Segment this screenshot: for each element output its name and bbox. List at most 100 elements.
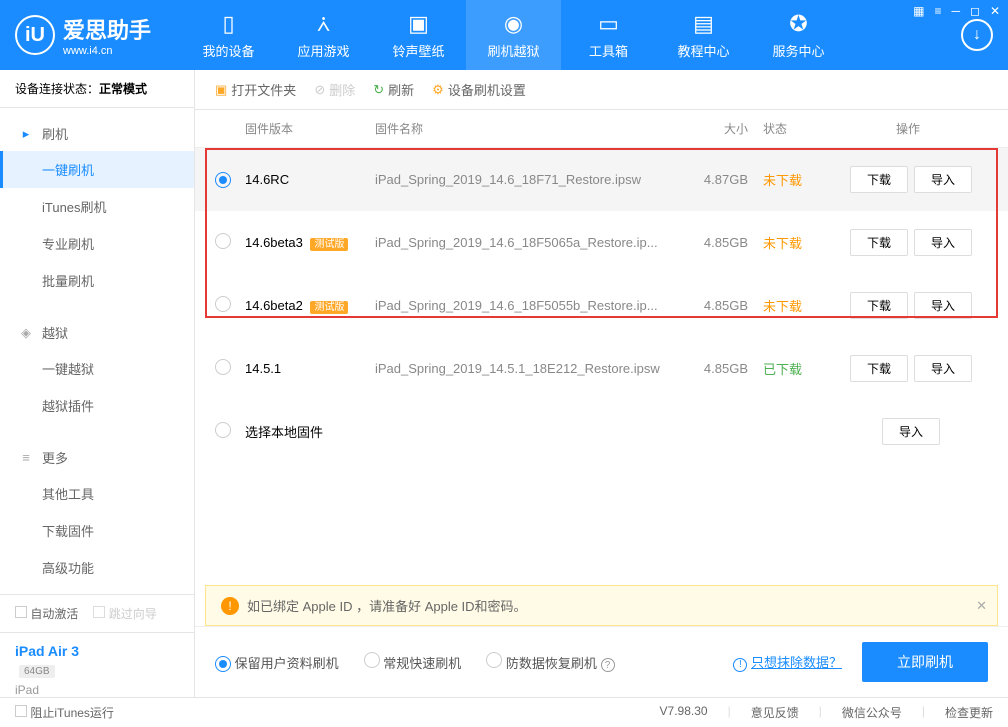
import-button[interactable]: 导入 [882,418,940,445]
shield-icon: ◉ [504,11,523,37]
delete-icon: ⊘ [314,82,325,98]
sidebar-group-jailbreak[interactable]: ◈越狱 [0,315,194,350]
row-status: 未下载 [748,233,828,252]
download-button[interactable]: 下载 [850,355,908,382]
nav-tutorials[interactable]: ▤教程中心 [656,0,751,70]
device-storage: 64GB [19,665,55,678]
row-name: iPad_Spring_2019_14.6_18F5055b_Restore.i… [375,298,668,313]
sidebar-item-jailbreak[interactable]: 一键越狱 [0,350,194,387]
sidebar-item-download[interactable]: 下载固件 [0,512,194,549]
nav-service[interactable]: ✪服务中心 [751,0,846,70]
connection-status: 设备连接状态：正常模式 [0,70,194,108]
download-icon: ↓ [973,26,981,44]
minimize-icon[interactable]: ─ [951,4,960,18]
maximize-icon[interactable]: ◻ [970,4,980,18]
gear-icon: ⚙ [432,82,444,98]
row-version: 14.6beta3 测试版 [245,235,375,250]
more-icon: ≡ [18,450,34,466]
row-size: 4.87GB [668,172,748,187]
close-icon[interactable]: ✕ [990,4,1000,18]
download-button[interactable]: 下载 [850,292,908,319]
sidebar-item-batch[interactable]: 批量刷机 [0,262,194,299]
firmware-row[interactable]: 14.5.1iPad_Spring_2019_14.5.1_18E212_Res… [195,337,1008,400]
row-size: 4.85GB [668,361,748,376]
row-status: 未下载 [748,170,828,189]
flash-opt-preserve[interactable]: 保留用户资料刷机 [215,653,339,672]
folder-icon: ▣ [215,82,227,98]
phone-icon: ▯ [222,11,234,37]
firmware-row[interactable]: 14.6beta2 测试版iPad_Spring_2019_14.6_18F50… [195,274,1008,337]
refresh-button[interactable]: ↻刷新 [373,80,414,99]
import-button[interactable]: 导入 [914,166,972,193]
import-button[interactable]: 导入 [914,292,972,319]
row-name: iPad_Spring_2019_14.6_18F71_Restore.ipsw [375,172,668,187]
nav-apps[interactable]: ⩑应用游戏 [276,0,371,70]
app-url: www.i4.cn [63,45,151,57]
download-button[interactable]: ↓ [961,19,993,51]
sidebar-group-more[interactable]: ≡更多 [0,440,194,475]
nav-ringtones[interactable]: ▣铃声壁纸 [371,0,466,70]
sidebar-item-oneclick[interactable]: 一键刷机 [0,151,194,188]
beta-badge: 测试版 [310,238,348,251]
nav: ▯我的设备 ⩑应用游戏 ▣铃声壁纸 ◉刷机越狱 ▭工具箱 ▤教程中心 ✪服务中心 [181,0,946,70]
main-content: ▣打开文件夹 ⊘删除 ↻刷新 ⚙设备刷机设置 固件版本 固件名称 大小 状态 操… [195,70,1008,697]
info-icon[interactable]: ? [601,658,615,672]
flash-opt-normal[interactable]: 常规快速刷机 [364,652,462,672]
wechat-link[interactable]: 微信公众号 [842,704,902,721]
jailbreak-icon: ◈ [18,325,34,341]
app-name: 爱思助手 [63,18,151,43]
row-size: 4.85GB [668,298,748,313]
table-header: 固件版本 固件名称 大小 状态 操作 [195,110,1008,148]
nav-toolbox[interactable]: ▭工具箱 [561,0,656,70]
device-info[interactable]: iPad Air 3 64GB iPad [0,632,194,707]
erase-link[interactable]: ! 只想抹除数据？ [733,652,842,672]
settings-button[interactable]: ⚙设备刷机设置 [432,80,526,99]
row-radio[interactable] [215,422,231,438]
sidebar-item-plugins[interactable]: 越狱插件 [0,387,194,424]
sidebar-item-other[interactable]: 其他工具 [0,475,194,512]
menu-icon[interactable]: ≡ [934,4,941,18]
sidebar-item-pro[interactable]: 专业刷机 [0,225,194,262]
firmware-row[interactable]: 14.6RCiPad_Spring_2019_14.6_18F71_Restor… [195,148,1008,211]
delete-button[interactable]: ⊘删除 [314,80,355,99]
row-version: 14.6RC [245,172,375,187]
import-button[interactable]: 导入 [914,229,972,256]
row-radio[interactable] [215,359,231,375]
block-itunes-checkbox[interactable]: 阻止iTunes运行 [15,704,114,721]
firmware-row[interactable]: 选择本地固件导入 [195,400,1008,463]
flash-now-button[interactable]: 立即刷机 [862,642,988,682]
th-size: 大小 [668,120,748,137]
warning-icon: ! [221,597,239,615]
th-action: 操作 [828,120,988,137]
sidebar: 设备连接状态：正常模式 ▸刷机 一键刷机 iTunes刷机 专业刷机 批量刷机 … [0,70,195,697]
row-radio[interactable] [215,296,231,312]
toolbar: ▣打开文件夹 ⊘删除 ↻刷新 ⚙设备刷机设置 [195,70,1008,110]
skip-guide-checkbox[interactable]: 跳过向导 [93,605,156,622]
row-radio[interactable] [215,172,231,188]
device-type: iPad [15,683,179,697]
nav-my-device[interactable]: ▯我的设备 [181,0,276,70]
firmware-table: 14.6RCiPad_Spring_2019_14.6_18F71_Restor… [195,148,1008,463]
row-radio[interactable] [215,233,231,249]
refresh-icon: ↻ [373,82,384,98]
feedback-link[interactable]: 意见反馈 [751,704,799,721]
firmware-row[interactable]: 14.6beta3 测试版iPad_Spring_2019_14.6_18F50… [195,211,1008,274]
banner-close-button[interactable]: ✕ [976,598,987,614]
update-link[interactable]: 检查更新 [945,704,993,721]
flash-opt-antirecover[interactable]: 防数据恢复刷机 ? [486,652,614,673]
row-version: 14.6beta2 测试版 [245,298,375,313]
sidebar-item-advanced[interactable]: 高级功能 [0,549,194,586]
sidebar-group-flash[interactable]: ▸刷机 [0,116,194,151]
nav-flash[interactable]: ◉刷机越狱 [466,0,561,70]
open-folder-button[interactable]: ▣打开文件夹 [215,80,296,99]
import-button[interactable]: 导入 [914,355,972,382]
sidebar-item-itunes[interactable]: iTunes刷机 [0,188,194,225]
flash-options: 保留用户资料刷机 常规快速刷机 防数据恢复刷机 ? ! 只想抹除数据？ 立即刷机 [195,626,1008,697]
logo-icon: iU [15,15,55,55]
download-button[interactable]: 下载 [850,229,908,256]
auto-activate-checkbox[interactable]: 自动激活 [15,605,78,622]
download-button[interactable]: 下载 [850,166,908,193]
gift-icon[interactable]: ▦ [913,4,924,18]
beta-badge: 测试版 [310,301,348,314]
logo[interactable]: iU 爱思助手 www.i4.cn [15,13,151,57]
